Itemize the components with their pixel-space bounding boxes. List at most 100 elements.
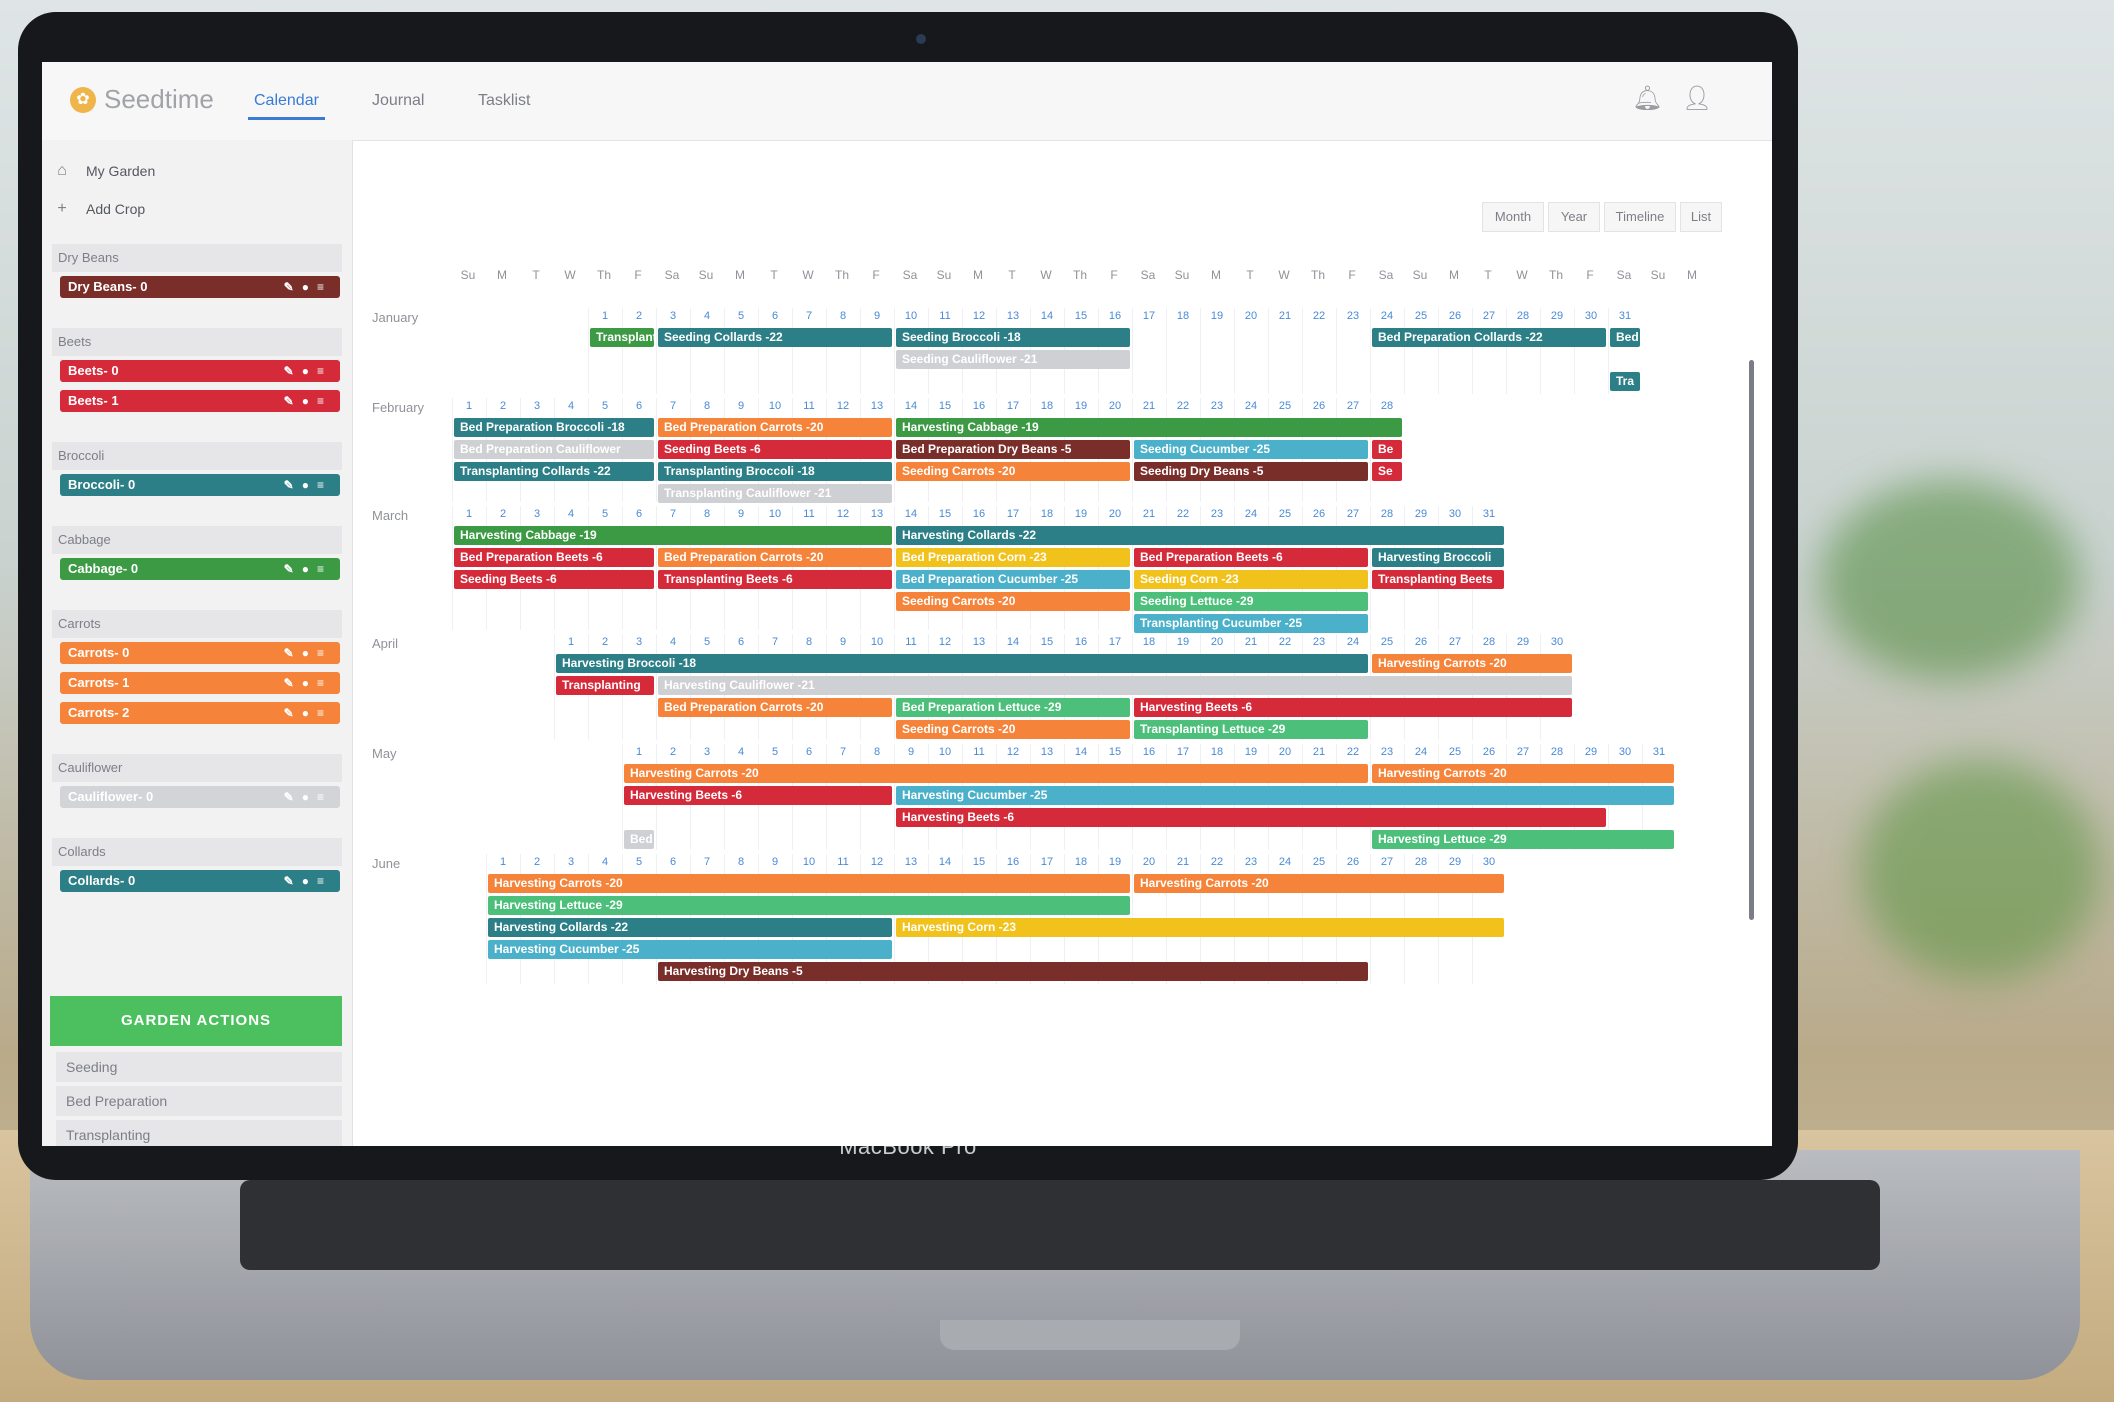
day-number[interactable]: 9 [724, 400, 758, 412]
day-number[interactable]: 17 [996, 508, 1030, 520]
calendar-event-bar[interactable]: Bed Preparation Carrots -20 [658, 418, 892, 437]
day-number[interactable]: 23 [1200, 508, 1234, 520]
day-number[interactable]: 10 [758, 400, 792, 412]
calendar-event-bar[interactable]: Harvesting Carrots -20 [488, 874, 1130, 893]
day-number[interactable]: 27 [1370, 856, 1404, 868]
menu-icon[interactable]: ≡ [317, 364, 332, 378]
day-number[interactable]: 25 [1438, 746, 1472, 758]
crop-item[interactable]: Carrots- 1 ✎●≡ [60, 672, 340, 694]
day-number[interactable]: 9 [826, 636, 860, 648]
day-number[interactable]: 24 [1234, 400, 1268, 412]
calendar-event-bar[interactable]: Harvesting Carrots -20 [1372, 654, 1572, 673]
day-number[interactable]: 28 [1506, 310, 1540, 322]
info-icon[interactable]: ● [302, 646, 317, 660]
bell-icon[interactable]: 🔔︎ [1632, 84, 1662, 113]
day-number[interactable]: 10 [894, 310, 928, 322]
calendar-event-bar[interactable]: Seeding Lettuce -29 [1134, 592, 1368, 611]
edit-icon[interactable]: ✎ [284, 874, 302, 888]
calendar-event-bar[interactable]: Se [1372, 462, 1402, 481]
day-number[interactable]: 7 [656, 400, 690, 412]
calendar-event-bar[interactable]: Transplanting [590, 328, 654, 347]
day-number[interactable]: 21 [1132, 400, 1166, 412]
edit-icon[interactable]: ✎ [284, 676, 302, 690]
info-icon[interactable]: ● [302, 790, 317, 804]
calendar-event-bar[interactable]: Seeding Carrots -20 [896, 720, 1130, 739]
day-number[interactable]: 26 [1336, 856, 1370, 868]
calendar-event-bar[interactable]: Transplanting Lettuce -29 [1134, 720, 1368, 739]
calendar-event-bar[interactable]: Harvesting Carrots -20 [1372, 764, 1674, 783]
day-number[interactable]: 9 [894, 746, 928, 758]
day-number[interactable]: 7 [690, 856, 724, 868]
garden-actions-button[interactable]: GARDEN ACTIONS [50, 996, 342, 1046]
calendar-event-bar[interactable]: Transplanting Cucumber -25 [1134, 614, 1368, 633]
day-number[interactable]: 20 [1268, 746, 1302, 758]
day-number[interactable]: 28 [1404, 856, 1438, 868]
calendar-event-bar[interactable]: Seeding Collards -22 [658, 328, 892, 347]
day-number[interactable]: 2 [520, 856, 554, 868]
calendar-event-bar[interactable]: Bed Preparation Beets -6 [1134, 548, 1368, 567]
day-number[interactable]: 30 [1574, 310, 1608, 322]
day-number[interactable]: 8 [792, 636, 826, 648]
day-number[interactable]: 29 [1540, 310, 1574, 322]
day-number[interactable]: 18 [1200, 746, 1234, 758]
day-number[interactable]: 18 [1030, 400, 1064, 412]
day-number[interactable]: 8 [860, 746, 894, 758]
calendar-event-bar[interactable]: Seeding Broccoli -18 [896, 328, 1130, 347]
day-number[interactable]: 26 [1302, 508, 1336, 520]
calendar-event-bar[interactable]: Bed Preparation Beets -6 [454, 548, 654, 567]
day-number[interactable]: 4 [554, 508, 588, 520]
day-number[interactable]: 12 [826, 508, 860, 520]
calendar-event-bar[interactable]: Harvesting Collards -22 [896, 526, 1504, 545]
sidebar-link-add-crop[interactable]: + Add Crop [52, 194, 342, 224]
day-number[interactable]: 11 [792, 400, 826, 412]
day-number[interactable]: 22 [1166, 400, 1200, 412]
day-number[interactable]: 18 [1030, 508, 1064, 520]
day-number[interactable]: 30 [1608, 746, 1642, 758]
day-number[interactable]: 27 [1336, 400, 1370, 412]
day-number[interactable]: 30 [1472, 856, 1506, 868]
calendar-event-bar[interactable]: Harvesting Beets -6 [624, 786, 892, 805]
day-number[interactable]: 23 [1234, 856, 1268, 868]
day-number[interactable]: 1 [554, 636, 588, 648]
day-number[interactable]: 13 [894, 856, 928, 868]
calendar-event-bar[interactable]: Seeding Cauliflower -21 [896, 350, 1130, 369]
menu-icon[interactable]: ≡ [317, 676, 332, 690]
day-number[interactable]: 2 [486, 508, 520, 520]
garden-action-seeding[interactable]: Seeding [56, 1052, 342, 1082]
calendar-event-bar[interactable]: Harvesting Carrots -20 [624, 764, 1368, 783]
day-number[interactable]: 18 [1064, 856, 1098, 868]
calendar-event-bar[interactable]: Harvesting Broccoli -18 [556, 654, 1368, 673]
day-number[interactable]: 14 [1064, 746, 1098, 758]
day-number[interactable]: 24 [1268, 856, 1302, 868]
day-number[interactable]: 7 [758, 636, 792, 648]
day-number[interactable]: 23 [1200, 400, 1234, 412]
day-number[interactable]: 16 [962, 400, 996, 412]
edit-icon[interactable]: ✎ [284, 364, 302, 378]
day-number[interactable]: 2 [656, 746, 690, 758]
day-number[interactable]: 20 [1132, 856, 1166, 868]
crop-item[interactable]: Collards- 0 ✎●≡ [60, 870, 340, 892]
calendar-event-bar[interactable]: Harvesting Cauliflower -21 [658, 676, 1572, 695]
info-icon[interactable]: ● [302, 394, 317, 408]
calendar-event-bar[interactable]: Bed [624, 830, 654, 849]
day-number[interactable]: 3 [554, 856, 588, 868]
info-icon[interactable]: ● [302, 562, 317, 576]
menu-icon[interactable]: ≡ [317, 706, 332, 720]
calendar-event-bar[interactable]: Bed Preparation Lettuce -29 [896, 698, 1130, 717]
day-number[interactable]: 25 [1268, 508, 1302, 520]
day-number[interactable]: 19 [1200, 310, 1234, 322]
day-number[interactable]: 4 [554, 400, 588, 412]
day-number[interactable]: 6 [656, 856, 690, 868]
day-number[interactable]: 22 [1302, 310, 1336, 322]
calendar-event-bar[interactable]: Transplanting [556, 676, 654, 695]
day-number[interactable]: 19 [1064, 508, 1098, 520]
day-number[interactable]: 4 [588, 856, 622, 868]
day-number[interactable]: 5 [724, 310, 758, 322]
menu-icon[interactable]: ≡ [317, 478, 332, 492]
tab-calendar[interactable]: Calendar [248, 92, 325, 120]
tab-tasklist[interactable]: Tasklist [478, 92, 530, 110]
day-number[interactable]: 3 [656, 310, 690, 322]
menu-icon[interactable]: ≡ [317, 874, 332, 888]
calendar-event-bar[interactable]: Transplanting Broccoli -18 [658, 462, 892, 481]
day-number[interactable]: 5 [758, 746, 792, 758]
